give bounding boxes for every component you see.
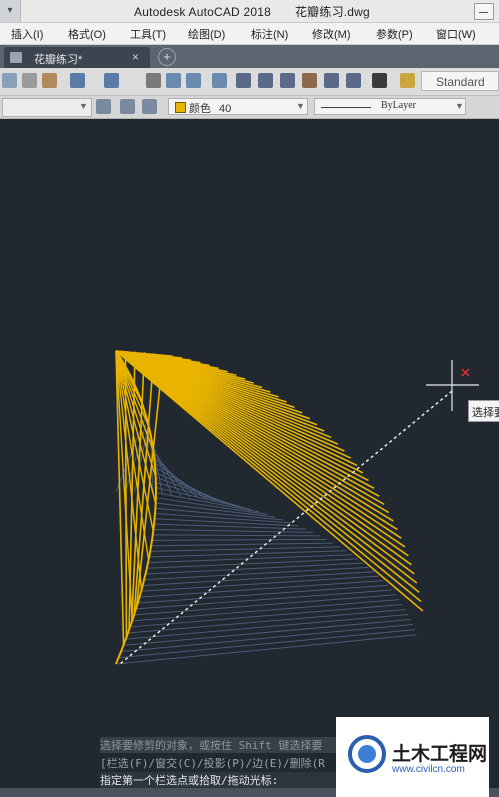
shadow-line xyxy=(137,584,388,604)
calculator-icon[interactable] xyxy=(346,73,361,88)
menu-draw[interactable]: 绘图(D) xyxy=(188,26,225,42)
chevron-down-icon: ▼ xyxy=(455,101,464,111)
fan-line xyxy=(124,351,128,638)
shadow-line xyxy=(150,546,340,552)
zoom-realtime-icon[interactable] xyxy=(166,73,181,88)
undo-icon[interactable] xyxy=(70,73,85,88)
fan-line xyxy=(115,350,412,566)
properties-toolbar: ▼ 颜色 40 ▼ ByLayer ▼ xyxy=(0,96,499,119)
file-tab-active[interactable]: 花瓣练习* × xyxy=(4,47,150,68)
zoom-previous-icon[interactable] xyxy=(212,73,227,88)
menu-window[interactable]: 窗口(W) xyxy=(436,26,476,42)
menu-bar: 插入(I) 格式(O) 工具(T) 绘图(D) 标注(N) 修改(M) 参数(P… xyxy=(0,23,499,45)
menu-modify[interactable]: 修改(M) xyxy=(312,26,351,42)
fan-line xyxy=(115,350,409,557)
shadow-line xyxy=(123,618,411,646)
properties-icon[interactable] xyxy=(236,73,251,88)
copy-icon[interactable] xyxy=(22,73,37,88)
sheet-set-icon[interactable] xyxy=(302,73,317,88)
linetype-preview xyxy=(321,107,371,108)
command-prompt: 指定第一个栏选点或拾取/拖动光标: xyxy=(100,772,336,788)
markup-icon[interactable] xyxy=(324,73,339,88)
text-style-dropdown[interactable]: Standard xyxy=(421,71,499,91)
shadow-line xyxy=(135,589,392,610)
zoom-window-icon[interactable] xyxy=(186,73,201,88)
layer-states-icon[interactable] xyxy=(142,99,157,114)
drawing-icon xyxy=(10,52,22,63)
window-title: Autodesk AutoCAD 2018 花瓣练习.dwg xyxy=(134,3,370,20)
menu-dimension[interactable]: 标注(N) xyxy=(251,26,288,42)
color-label: 颜色 40 xyxy=(189,103,232,115)
menu-tools[interactable]: 工具(T) xyxy=(130,26,166,42)
standard-toolbar: Standard xyxy=(0,68,499,96)
color-swatch xyxy=(175,102,186,113)
fan-line xyxy=(115,350,424,612)
title-bar: ▾ Autodesk AutoCAD 2018 花瓣练习.dwg xyxy=(0,0,499,23)
drawing-canvas[interactable]: 选择要 xyxy=(0,119,499,716)
shadow-line xyxy=(134,594,396,616)
shadow-line xyxy=(121,624,414,652)
shadow-line xyxy=(118,629,416,659)
close-tab-icon[interactable]: × xyxy=(132,50,139,64)
shadow-line xyxy=(146,558,358,569)
design-center-icon[interactable] xyxy=(258,73,273,88)
open-icon[interactable] xyxy=(2,73,17,88)
layer-previous-icon[interactable] xyxy=(120,99,135,114)
app-menu-icon[interactable]: ▾ xyxy=(0,0,21,22)
watermark-url: www.civilcn.com xyxy=(392,764,465,775)
chevron-down-icon: ▼ xyxy=(79,101,88,111)
app-title: Autodesk AutoCAD 2018 xyxy=(134,5,271,19)
chevron-down-icon: ▼ xyxy=(296,101,305,111)
linetype-label: ByLayer xyxy=(381,100,416,111)
linetype-dropdown[interactable]: ByLayer ▼ xyxy=(314,98,466,115)
help-icon[interactable] xyxy=(372,73,387,88)
file-tab-label: 花瓣练习* xyxy=(34,54,83,66)
drawing-svg xyxy=(115,350,479,665)
shadow-line xyxy=(153,529,314,533)
fan-line xyxy=(115,350,420,593)
command-history-line-1: 选择要修剪的对象，或按住 Shift 键选择要 xyxy=(100,737,336,753)
watermark-title: 土木工程网 xyxy=(392,744,488,765)
make-current-layer-icon[interactable] xyxy=(96,99,111,114)
fan-line xyxy=(115,350,422,603)
minimize-button[interactable] xyxy=(474,3,494,20)
cursor-tooltip: 选择要 xyxy=(468,400,499,422)
text-style-icon[interactable] xyxy=(400,73,415,88)
menu-insert[interactable]: 插入(I) xyxy=(11,26,43,42)
shadow-line xyxy=(152,534,321,537)
watermark-logo: 土木工程网 www.civilcn.com xyxy=(336,717,489,797)
command-history-line-2: [栏选(F)/窗交(C)/投影(P)/边(E)/删除(R xyxy=(100,757,325,770)
layer-dropdown[interactable]: ▼ xyxy=(2,98,92,117)
file-title: 花瓣练习.dwg xyxy=(294,5,370,19)
shadow-line xyxy=(151,542,334,547)
new-tab-button[interactable]: + xyxy=(158,48,176,66)
pan-icon[interactable] xyxy=(146,73,161,88)
menu-parametric[interactable]: 参数(P) xyxy=(376,26,413,42)
shadow-line xyxy=(145,562,364,575)
shadow-line xyxy=(132,599,400,622)
file-tab-bar: 花瓣练习* × + xyxy=(0,45,499,68)
tool-palettes-icon[interactable] xyxy=(280,73,295,88)
shadow-line xyxy=(144,566,369,581)
shadow-line xyxy=(152,538,327,541)
shadow-line xyxy=(115,634,417,665)
shadow-line xyxy=(155,487,251,510)
menu-format[interactable]: 格式(O) xyxy=(68,26,106,42)
paste-icon[interactable] xyxy=(42,73,57,88)
color-dropdown[interactable]: 颜色 40 ▼ xyxy=(168,98,308,115)
logo-icon xyxy=(348,735,386,773)
redo-icon[interactable] xyxy=(104,73,119,88)
